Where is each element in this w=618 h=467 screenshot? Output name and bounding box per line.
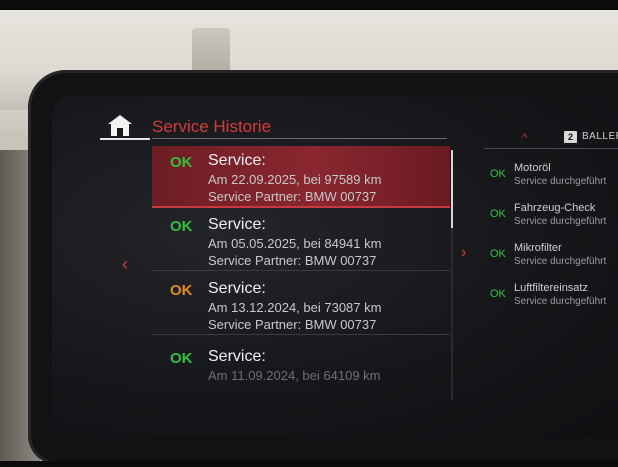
status-item-luftfiltereinsatz[interactable]: OK Luftfiltereinsatz Service durchgeführ… [478, 280, 618, 320]
item-name: Mikrofilter [514, 242, 562, 254]
background-fixture [192, 28, 230, 76]
service-entry-2[interactable]: OK Service: Am 05.05.2025, bei 84941 km … [152, 210, 450, 271]
status-ok: OK [490, 248, 506, 260]
entry-title: Service: [208, 152, 266, 169]
service-entry-4[interactable]: OK Service: Am 11.09.2024, bei 64109 km [152, 342, 450, 400]
chevron-right-icon[interactable]: › [461, 244, 466, 262]
service-entry-3[interactable]: OK Service: Am 13.12.2024, bei 73087 km … [152, 274, 450, 335]
status-ok: OK [170, 282, 193, 299]
page-title: Service Historie [152, 117, 272, 136]
driver-profile-name: BALLERM [582, 131, 618, 142]
scrollbar-thumb[interactable] [451, 150, 453, 228]
entry-date-mileage: Am 05.05.2025, bei 84941 km [208, 236, 382, 251]
service-history-list: OK Service: Am 22.09.2025, bei 97589 km … [152, 146, 450, 400]
status-ok: OK [490, 288, 506, 300]
entry-partner: Service Partner: BMW 00737 [208, 253, 377, 268]
item-status-text: Service durchgeführt [514, 256, 607, 267]
entry-title: Service: [208, 348, 266, 365]
photo-top-border [0, 0, 618, 10]
item-status-text: Service durchgeführt [514, 216, 607, 227]
item-status-text: Service durchgeführt [514, 296, 607, 307]
entry-title: Service: [208, 216, 266, 233]
entry-partner: Service Partner: BMW 00737 [208, 189, 377, 204]
profile-badge: 2 [564, 131, 577, 143]
service-entry-1[interactable]: OK Service: Am 22.09.2025, bei 97589 km … [152, 146, 450, 208]
status-item-motoroel[interactable]: OK Motoröl Service durchgeführt [478, 160, 618, 200]
item-status-text: Service durchgeführt [514, 176, 607, 187]
service-status-panel: ^ 2 BALLERM OK Motoröl Service durchgefü… [478, 128, 618, 368]
panel-divider [484, 148, 618, 149]
status-ok: OK [170, 350, 193, 367]
home-icon[interactable] [104, 111, 136, 141]
chevron-left-icon[interactable]: ‹ [122, 254, 128, 275]
collapse-icon[interactable]: ^ [522, 132, 527, 144]
photo-bottom-border [0, 461, 618, 467]
item-name: Motoröl [514, 162, 551, 174]
home-tab-indicator [100, 138, 150, 140]
title-divider [152, 138, 447, 139]
status-ok: OK [170, 154, 193, 171]
status-ok: OK [490, 208, 506, 220]
entry-date-mileage: Am 13.12.2024, bei 73087 km [208, 300, 382, 315]
item-name: Fahrzeug-Check [514, 202, 596, 214]
status-item-fahrzeug-check[interactable]: OK Fahrzeug-Check Service durchgeführt [478, 200, 618, 240]
entry-title: Service: [208, 280, 266, 297]
entry-partner: Service Partner: BMW 00737 [208, 317, 377, 332]
status-ok: OK [170, 218, 193, 235]
status-item-mikrofilter[interactable]: OK Mikrofilter Service durchgeführt [478, 240, 618, 280]
entry-date-mileage: Am 22.09.2025, bei 97589 km [208, 172, 382, 187]
status-ok: OK [490, 168, 506, 180]
item-name: Luftfiltereinsatz [514, 282, 588, 294]
entry-date-mileage: Am 11.09.2024, bei 64109 km [208, 368, 381, 383]
